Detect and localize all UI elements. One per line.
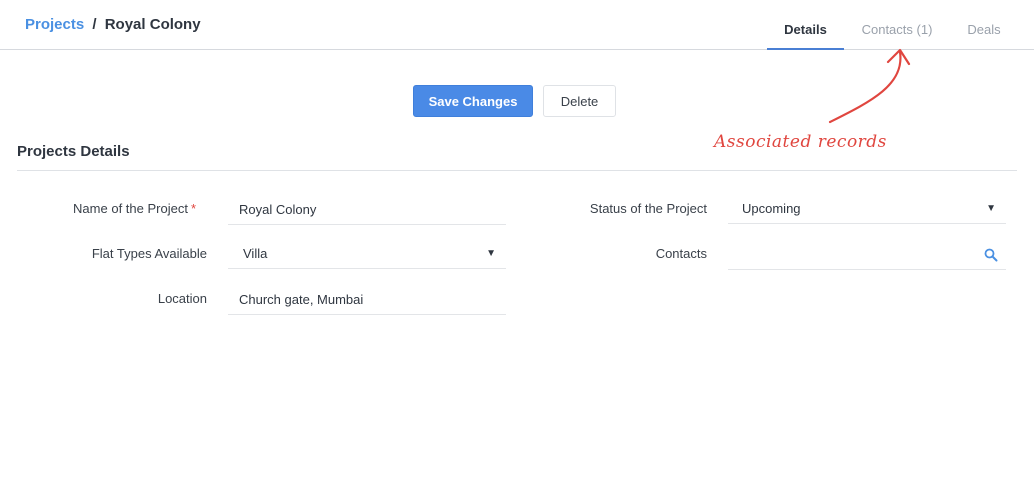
project-name-value: Royal Colony — [239, 202, 317, 217]
project-name-input[interactable]: Royal Colony — [228, 195, 506, 225]
flat-types-select[interactable]: Villa ▼ — [228, 239, 506, 269]
location-input[interactable]: Church gate, Mumbai — [228, 285, 506, 315]
project-status-value: Upcoming — [742, 201, 801, 216]
contacts-lookup-input[interactable] — [728, 240, 1006, 270]
delete-button[interactable]: Delete — [543, 85, 616, 117]
required-marker: * — [190, 201, 196, 216]
caret-down-icon: ▼ — [486, 248, 496, 259]
tab-details-label: Details — [784, 22, 827, 37]
section-divider — [17, 170, 1017, 171]
project-name-label: Name of the Project * — [0, 201, 196, 216]
location-label: Location — [157, 291, 207, 306]
tab-contacts-label: Contacts (1) — [861, 22, 933, 37]
flat-types-value: Villa — [243, 246, 268, 261]
tab-deals[interactable]: Deals — [958, 22, 1010, 50]
breadcrumb: Projects / Royal Colony — [25, 16, 201, 33]
breadcrumb-projects-link[interactable]: Projects — [25, 16, 84, 33]
project-status-select[interactable]: Upcoming ▼ — [728, 194, 1006, 224]
project-name-label-text: Name of the Project — [73, 201, 188, 216]
contacts-label: Contacts — [655, 246, 707, 261]
location-value: Church gate, Mumbai — [239, 292, 364, 307]
tab-deals-label: Deals — [967, 22, 1001, 37]
breadcrumb-separator: / — [92, 16, 97, 33]
curved-arrow-icon — [828, 48, 911, 124]
section-title: Projects Details — [17, 143, 130, 160]
breadcrumb-current: Royal Colony — [104, 16, 201, 33]
annotation-label: Associated records — [714, 132, 887, 152]
search-icon[interactable] — [984, 248, 998, 262]
caret-down-icon: ▼ — [986, 203, 996, 214]
project-status-label: Status of the Project — [589, 201, 707, 216]
flat-types-label: Flat Types Available — [91, 246, 207, 261]
save-changes-button[interactable]: Save Changes — [413, 85, 533, 117]
